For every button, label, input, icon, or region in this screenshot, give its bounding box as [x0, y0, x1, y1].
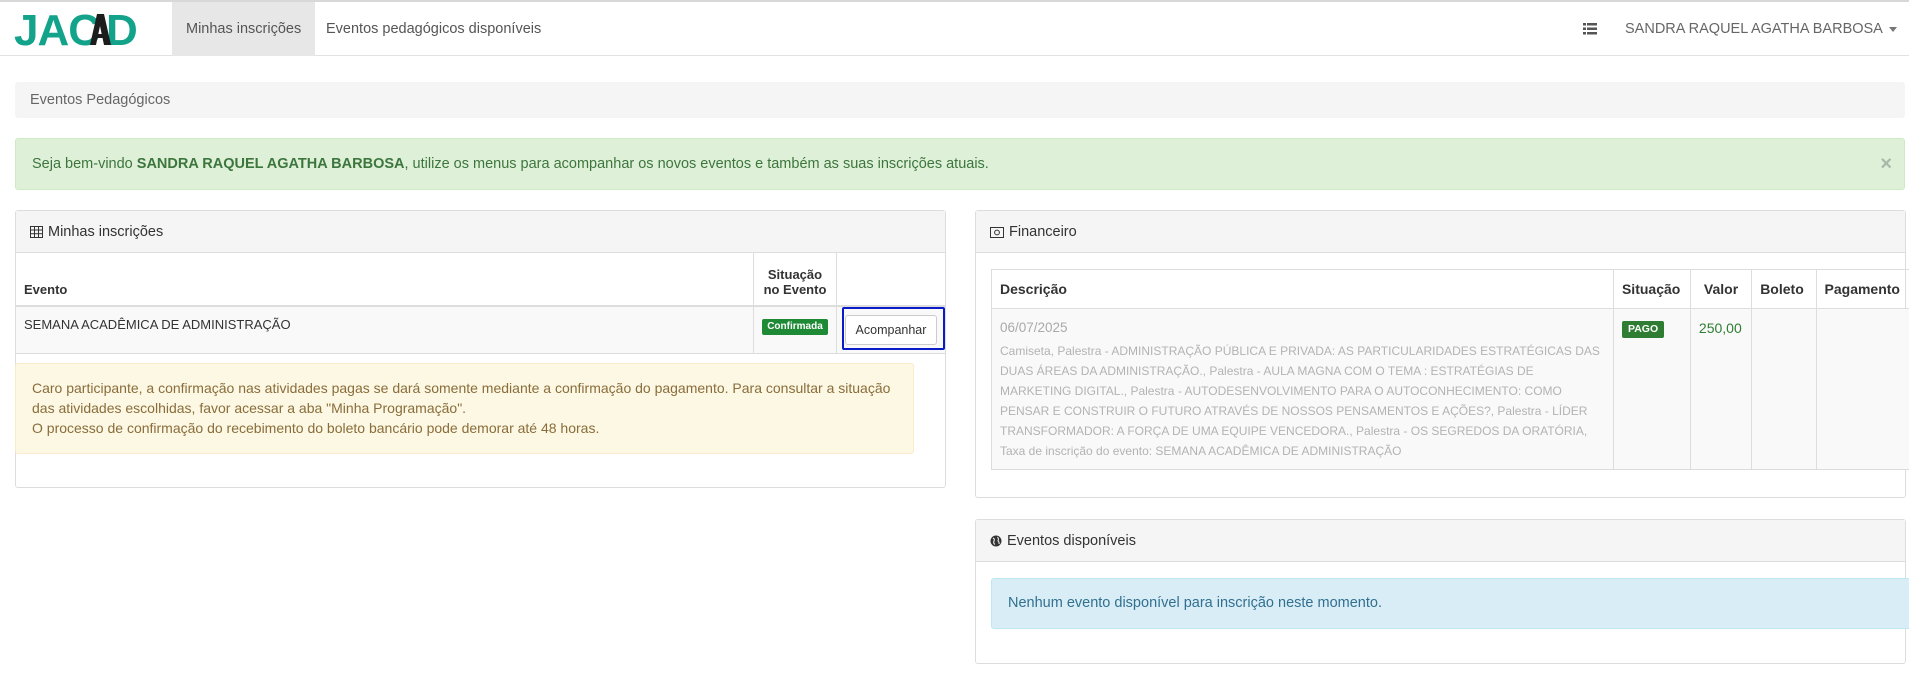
- row-situacao: Confirmada: [753, 306, 837, 353]
- financeiro-table: Descrição Situação Valor Boleto Pagament…: [991, 269, 1909, 470]
- welcome-prefix: Seja bem-vindo: [32, 156, 137, 172]
- eventos-title: Eventos disponíveis: [1007, 533, 1136, 549]
- payment-notice: Caro participante, a confirmação nas ati…: [15, 363, 914, 454]
- row-evento: SEMANA ACADÊMICA DE ADMINISTRAÇÃO: [16, 306, 754, 353]
- notice-line1: Caro participante, a confirmação nas ati…: [32, 380, 891, 416]
- table-row: 06/07/2025 Camiseta, Palestra - ADMINIST…: [991, 308, 1909, 470]
- row-date: 06/07/2025: [1000, 320, 1068, 335]
- notice-line2: O processo de confirmação do recebimento…: [32, 420, 600, 436]
- svg-text:D: D: [106, 8, 138, 52]
- row-situacao: PAGO: [1612, 308, 1691, 470]
- row-pagamento: [1815, 308, 1909, 470]
- tab-eventos-pedagogicos[interactable]: Eventos pedagógicos disponíveis: [312, 2, 555, 56]
- no-events-message: Nenhum evento disponível para inscrição …: [991, 578, 1909, 629]
- header-situacao-line1: Situação: [767, 267, 823, 282]
- row-boleto: [1751, 308, 1817, 470]
- table-row: SEMANA ACADÊMICA DE ADMINISTRAÇÃO Confir…: [16, 306, 945, 353]
- close-icon[interactable]: ×: [1880, 139, 1892, 189]
- financeiro-panel: Financeiro Descrição Situação Valor Bole…: [975, 210, 1909, 498]
- inscricoes-table: Evento Situação no Evento SEMANA ACADÊMI…: [16, 253, 945, 354]
- header-situacao: Situação no Evento: [753, 253, 837, 306]
- header-boleto: Boleto: [1751, 269, 1817, 309]
- row-valor: 250,00: [1689, 308, 1753, 470]
- eventos-panel: Eventos disponíveis Nenhum evento dispon…: [975, 519, 1909, 664]
- row-descricao: 06/07/2025 Camiseta, Palestra - ADMINIST…: [991, 308, 1614, 470]
- globe-icon: [990, 522, 1002, 564]
- eventos-panel-heading: Eventos disponíveis: [976, 520, 1905, 562]
- financeiro-panel-heading: Financeiro: [976, 211, 1905, 253]
- header-situacao: Situação: [1612, 269, 1691, 309]
- acompanhar-button-highlight: [842, 307, 945, 350]
- inscricoes-panel-heading: Minhas inscrições: [16, 211, 945, 253]
- header-empty: [836, 253, 945, 306]
- header-situacao-line2: no Evento: [763, 282, 827, 297]
- table-header-row: Descrição Situação Valor Boleto Pagament…: [991, 269, 1909, 309]
- header-valor: Valor: [1689, 269, 1753, 309]
- financeiro-title: Financeiro: [1009, 224, 1077, 240]
- money-icon: [990, 213, 1004, 255]
- user-menu[interactable]: SANDRA RAQUEL AGATHA BARBOSA: [1625, 2, 1897, 56]
- status-badge: PAGO: [1621, 321, 1665, 338]
- row-description-text: Camiseta, Palestra - ADMINISTRAÇÃO PÚBLI…: [1000, 344, 1600, 458]
- list-icon[interactable]: [1583, 22, 1597, 35]
- table-icon: [30, 213, 43, 255]
- tab-minhas-inscricoes[interactable]: Minhas inscrições: [172, 2, 316, 56]
- header-descricao: Descrição: [991, 269, 1614, 309]
- table-header-row: Evento Situação no Evento: [16, 253, 945, 306]
- inscricoes-title: Minhas inscrições: [48, 224, 164, 240]
- user-name: SANDRA RAQUEL AGATHA BARBOSA: [1625, 21, 1883, 37]
- status-badge: Confirmada: [762, 319, 828, 335]
- header-evento: Evento: [16, 253, 754, 306]
- svg-text:JAC: JAC: [14, 8, 99, 52]
- caret-down-icon: [1888, 26, 1897, 32]
- header-pagamento: Pagamento: [1815, 269, 1909, 309]
- welcome-alert: Seja bem-vindo SANDRA RAQUEL AGATHA BARB…: [15, 138, 1905, 190]
- breadcrumb: Eventos Pedagógicos: [15, 82, 1905, 118]
- navbar: JAC D Minhas inscrições Eventos pedagógi…: [0, 2, 1909, 56]
- welcome-suffix: , utilize os menus para acompanhar os no…: [404, 156, 989, 172]
- welcome-user-name: SANDRA RAQUEL AGATHA BARBOSA: [136, 156, 405, 172]
- jacad-logo[interactable]: JAC D: [14, 6, 164, 55]
